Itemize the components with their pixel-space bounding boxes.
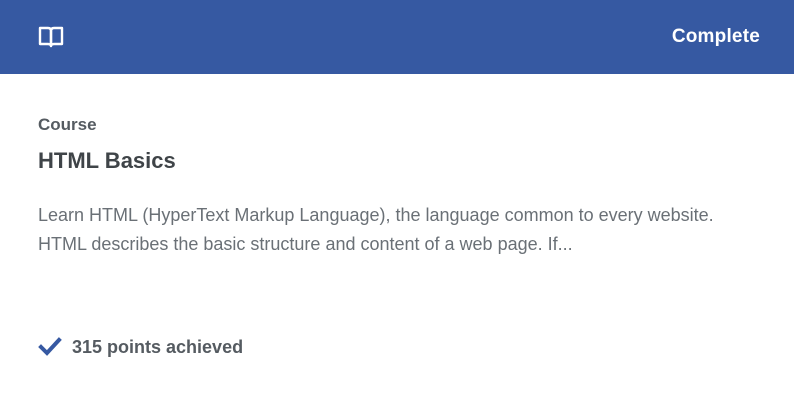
course-description: Learn HTML (HyperText Markup Language), …: [38, 205, 714, 254]
course-title[interactable]: HTML Basics: [38, 147, 756, 175]
book-open-icon: [38, 25, 64, 49]
completion-status: Complete: [671, 26, 760, 47]
points-summary: 315 points achieved: [38, 335, 243, 359]
points-achieved-text: 315 points achieved: [72, 336, 244, 357]
course-card[interactable]: Complete Course HTML Basics Learn HTML (…: [0, 0, 794, 414]
card-header: Complete: [0, 0, 794, 74]
checkmark-icon: [38, 335, 62, 359]
content-type-label: Course: [38, 115, 97, 134]
card-body: Course HTML Basics Learn HTML (HyperText…: [0, 74, 794, 259]
